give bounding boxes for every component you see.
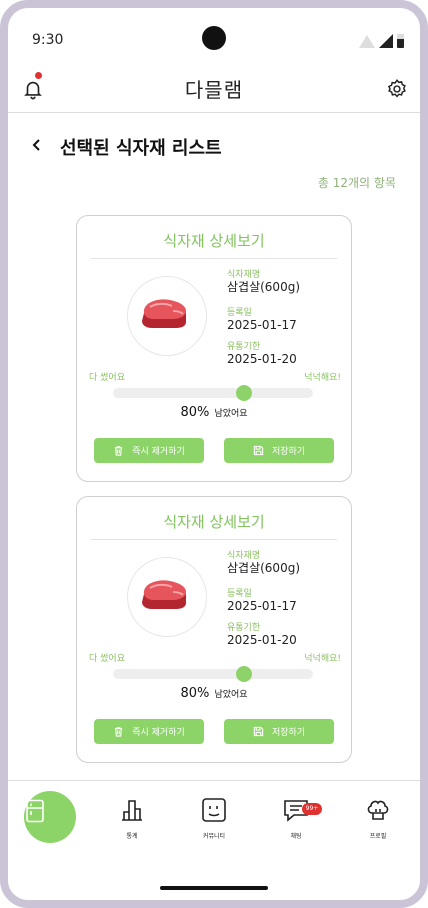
unread-badge: 99+ [302, 803, 322, 815]
nav-label: 프로필 [369, 833, 387, 840]
chef-hat-icon [367, 800, 389, 820]
save-button[interactable]: 저장하기 [224, 438, 334, 463]
battery-icon [397, 34, 404, 48]
nav-item-chat[interactable]: 99+ 채팅 [266, 791, 326, 840]
nav-label: 커뮤니티 [202, 833, 226, 840]
system-icons [359, 34, 404, 48]
save-button[interactable]: 저장하기 [224, 719, 334, 744]
status-bar: 9:30 [8, 8, 420, 58]
used-up-label: 다 썼어요 [89, 654, 125, 664]
back-arrow-icon[interactable] [30, 138, 44, 152]
trash-icon [115, 446, 123, 456]
save-icon [253, 726, 264, 737]
ingredient-name: 삼겹살(600g) [227, 561, 301, 575]
remove-now-label: 즉시 제거하기 [132, 728, 185, 738]
registered-label: 등록일 [227, 589, 252, 599]
camera-notch [202, 26, 226, 50]
slider-thumb[interactable] [236, 666, 253, 682]
expiry-info: 유통기한 2025-01-20 [227, 342, 297, 366]
face-icon [202, 798, 226, 822]
wifi-icon [359, 35, 375, 48]
divider [91, 258, 337, 259]
trash-icon [115, 727, 123, 737]
app-logo: 다믈램 [184, 78, 244, 102]
nav-item-stats[interactable]: 통계 [102, 791, 162, 840]
meat-icon [142, 299, 186, 328]
expiry-date: 2025-01-20 [227, 633, 297, 647]
ingredient-name: 삼겹살(600g) [227, 280, 301, 294]
slider-thumb[interactable] [236, 385, 253, 401]
page-header: 선택된 식자재 리스트 [8, 128, 420, 168]
plenty-label: 넉넉해요! [304, 654, 341, 664]
home-indicator [160, 886, 268, 890]
gear-icon[interactable] [386, 78, 408, 100]
save-label: 저장하기 [271, 447, 306, 457]
page-title: 선택된 식자재 리스트 [60, 138, 222, 159]
save-icon [253, 445, 264, 456]
card-title: 식자재 상세보기 [163, 513, 265, 531]
expiry-label: 유통기한 [227, 342, 261, 352]
remaining-text: 80% 남았어요 [77, 401, 351, 420]
remaining-text: 80% 남았어요 [77, 682, 351, 701]
nav-label: 홈 [24, 831, 30, 838]
remaining-slider[interactable] [113, 385, 313, 401]
meat-icon [142, 580, 186, 609]
item-count: 총 12개의 항목 [317, 176, 396, 190]
registered-date: 2025-01-17 [227, 318, 297, 332]
ingredient-card: 식자재 상세보기 식자재명 삼겹살(600g) 등록일 2025-01-17 유… [76, 496, 352, 763]
nav-item-community[interactable]: 커뮤니티 [184, 791, 244, 840]
name-label: 식자재명 [227, 551, 261, 561]
plenty-label: 넉넉해요! [304, 373, 341, 383]
used-up-label: 다 썼어요 [89, 373, 125, 383]
expiry-info: 유통기한 2025-01-20 [227, 623, 297, 647]
remove-now-button[interactable]: 즉시 제거하기 [94, 438, 204, 463]
nav-label: 채팅 [290, 833, 302, 840]
status-time: 9:30 [32, 32, 64, 48]
food-image-circle [127, 557, 207, 637]
registered-info: 등록일 2025-01-17 [227, 589, 297, 613]
nav-item-profile[interactable]: 프로필 [348, 791, 408, 840]
phone-frame: 9:30 다믈램 선택된 식자재 리스트 총 12개의 항목 식자재 상세보기 [0, 0, 428, 908]
remove-now-label: 즉시 제거하기 [132, 447, 185, 457]
remove-now-button[interactable]: 즉시 제거하기 [94, 719, 204, 744]
name-info: 식자재명 삼겹살(600g) [227, 551, 300, 575]
fridge-icon [26, 799, 44, 823]
nav-item-home[interactable]: 홈 [24, 791, 76, 843]
remaining-slider[interactable] [113, 666, 313, 682]
divider [91, 539, 337, 540]
signal-icon [379, 34, 393, 48]
expiry-label: 유통기한 [227, 623, 261, 633]
food-image-circle [127, 276, 207, 356]
registered-info: 등록일 2025-01-17 [227, 308, 297, 332]
remaining-suffix: 남았어요 [214, 409, 248, 419]
name-label: 식자재명 [227, 270, 261, 280]
save-label: 저장하기 [271, 728, 306, 738]
remaining-suffix: 남았어요 [214, 690, 248, 700]
registered-date: 2025-01-17 [227, 599, 297, 613]
name-info: 식자재명 삼겹살(600g) [227, 270, 300, 294]
card-title: 식자재 상세보기 [163, 232, 265, 250]
remaining-percent: 80% [180, 686, 210, 701]
nav-label: 통계 [126, 833, 138, 840]
expiry-date: 2025-01-20 [227, 352, 297, 366]
ingredient-card: 식자재 상세보기 식자재명 삼겹살(600g) 등록일 2025-01-17 유… [76, 215, 352, 482]
app-bar: 다믈램 [8, 66, 420, 113]
remaining-percent: 80% [180, 405, 210, 420]
bar-chart-icon [122, 800, 142, 821]
registered-label: 등록일 [227, 308, 252, 318]
